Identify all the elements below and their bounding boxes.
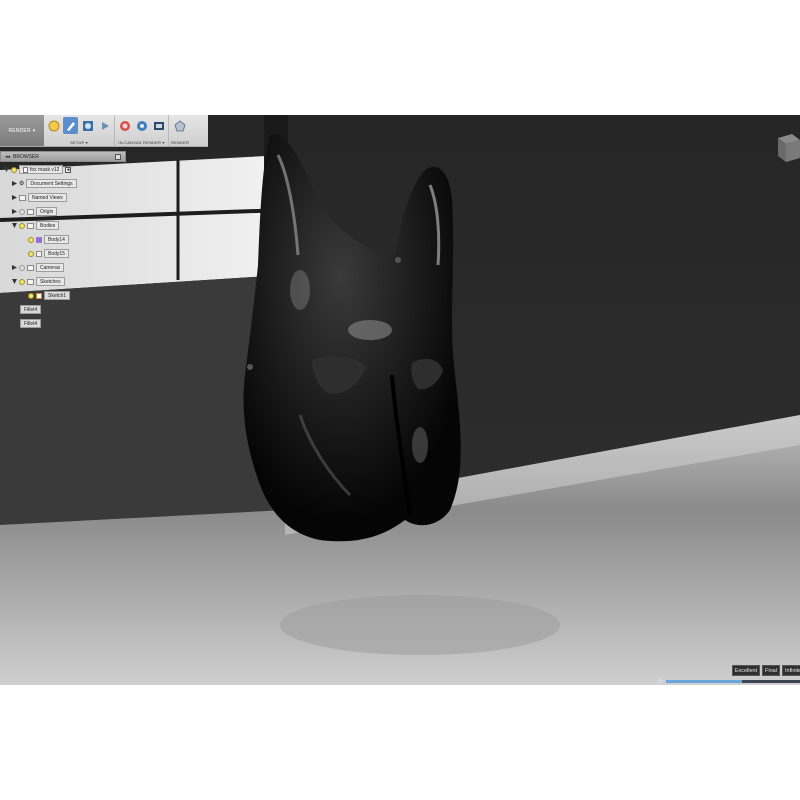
render-progress-track xyxy=(666,680,800,683)
toolbar: RENDER ▾ SETUP ▾ IN-CANVAS RENDER ▾ REND… xyxy=(0,115,208,147)
expand-arrow-icon[interactable] xyxy=(12,279,17,285)
expand-arrow-icon[interactable] xyxy=(12,265,17,271)
render-settings-icon[interactable] xyxy=(134,117,149,134)
pin-icon[interactable] xyxy=(115,153,121,160)
tree-item-sketches[interactable]: Sketches xyxy=(12,276,65,287)
quality-final-button[interactable]: Final xyxy=(762,665,780,676)
visibility-bulb-icon[interactable] xyxy=(28,292,34,299)
tree-item-origin[interactable]: Origin xyxy=(12,206,58,217)
tree-item-sketch1[interactable]: Sketch1 xyxy=(28,290,71,301)
browser-title: BROWSER xyxy=(13,153,39,160)
fillet1-label: Fillet4 xyxy=(20,305,42,314)
tree-item-named-views[interactable]: Named Views xyxy=(12,192,67,203)
tree-item-fillet1[interactable]: Fillet4 xyxy=(20,304,42,315)
visibility-bulb-icon[interactable] xyxy=(19,222,25,229)
body-icon xyxy=(36,236,42,243)
workspace-switcher[interactable]: RENDER ▾ xyxy=(0,115,44,146)
tree-item-document-settings[interactable]: ⚙ Document Settings xyxy=(12,178,77,189)
tree-item-cameras[interactable]: Cameras xyxy=(12,262,65,273)
browser-panel: ◂◂ BROWSER fox mask v12 ● ⚙ Document Set… xyxy=(0,151,126,328)
sketch-icon xyxy=(36,292,42,299)
expand-arrow-icon[interactable] xyxy=(4,167,9,173)
render-icon[interactable] xyxy=(173,117,188,134)
appearance-icon[interactable] xyxy=(63,117,78,134)
workspace-label: RENDER xyxy=(8,127,31,134)
fillet2-label: Fillet4 xyxy=(20,319,42,328)
play-icon[interactable] xyxy=(658,677,664,685)
bodies-label: Bodies xyxy=(36,221,60,230)
gear-icon: ⚙ xyxy=(19,181,25,187)
in-canvas-render-icon[interactable] xyxy=(117,117,132,134)
render-label[interactable]: RENDER xyxy=(171,140,189,145)
tree-item-bodies[interactable]: Bodies xyxy=(12,220,60,231)
expand-arrow-icon[interactable] xyxy=(12,195,17,201)
folder-icon xyxy=(27,208,34,215)
body-icon xyxy=(36,250,42,257)
folder-icon xyxy=(27,222,34,229)
folder-icon xyxy=(27,264,34,271)
tree-item-body1[interactable]: Body14 xyxy=(28,234,69,245)
named-views-label: Named Views xyxy=(28,193,67,202)
toolbar-group-setup: SETUP ▾ xyxy=(44,115,115,146)
expand-arrow-icon[interactable] xyxy=(12,223,17,229)
scene-render xyxy=(0,115,800,685)
expand-arrow-icon[interactable] xyxy=(12,181,17,187)
body2-label: Body15 xyxy=(44,249,69,258)
toolbar-group-render: RENDER xyxy=(169,115,191,146)
root-label-box: fox mask v12 xyxy=(19,165,64,174)
in-canvas-render-label[interactable]: IN-CANVAS RENDER ▾ xyxy=(118,140,164,145)
cameras-label: Cameras xyxy=(36,263,65,272)
scene-settings-icon[interactable] xyxy=(46,117,61,134)
capture-image-icon[interactable] xyxy=(151,117,166,134)
quality-infinite-button[interactable]: Infinite xyxy=(782,665,800,676)
toolbar-group-in-canvas-render: IN-CANVAS RENDER ▾ xyxy=(115,115,169,146)
root-label: fox mask v12 xyxy=(30,166,60,173)
collapse-icon[interactable]: ◂◂ xyxy=(5,154,10,160)
visibility-bulb-icon[interactable] xyxy=(11,166,17,173)
folder-icon xyxy=(27,278,34,285)
document-settings-label: Document Settings xyxy=(26,179,77,188)
tree-item-body2[interactable]: Body15 xyxy=(28,248,69,259)
chevron-down-icon: ▾ xyxy=(32,127,36,134)
sketches-label: Sketches xyxy=(36,277,65,286)
origin-label: Origin xyxy=(36,207,58,216)
visibility-bulb-icon[interactable] xyxy=(19,264,25,271)
render-progress-fill xyxy=(666,680,743,683)
tree-root[interactable]: fox mask v12 ● xyxy=(4,164,72,175)
visibility-bulb-icon[interactable] xyxy=(19,208,25,215)
sketch1-label: Sketch1 xyxy=(44,291,71,300)
setup-label[interactable]: SETUP ▾ xyxy=(70,140,88,145)
folder-icon xyxy=(19,194,26,201)
quality-excellent-button[interactable]: Excellent xyxy=(732,665,760,676)
render-quality-bar: Excellent Final Infinite xyxy=(656,665,800,685)
record-icon[interactable]: ● xyxy=(65,166,72,173)
decal-icon[interactable] xyxy=(97,117,112,134)
view-cube[interactable] xyxy=(772,130,800,166)
expand-arrow-icon[interactable] xyxy=(12,209,17,215)
visibility-bulb-icon[interactable] xyxy=(28,236,34,243)
body1-label: Body14 xyxy=(44,235,69,244)
visibility-bulb-icon[interactable] xyxy=(28,250,34,257)
tree-item-fillet2[interactable]: Fillet4 xyxy=(20,318,42,329)
render-viewport[interactable]: RENDER ▾ SETUP ▾ IN-CANVAS RENDER ▾ REND… xyxy=(0,115,800,685)
root-document-icon xyxy=(23,166,28,173)
visibility-bulb-icon[interactable] xyxy=(19,278,25,285)
environment-icon[interactable] xyxy=(80,117,95,134)
browser-header[interactable]: ◂◂ BROWSER xyxy=(0,151,126,162)
